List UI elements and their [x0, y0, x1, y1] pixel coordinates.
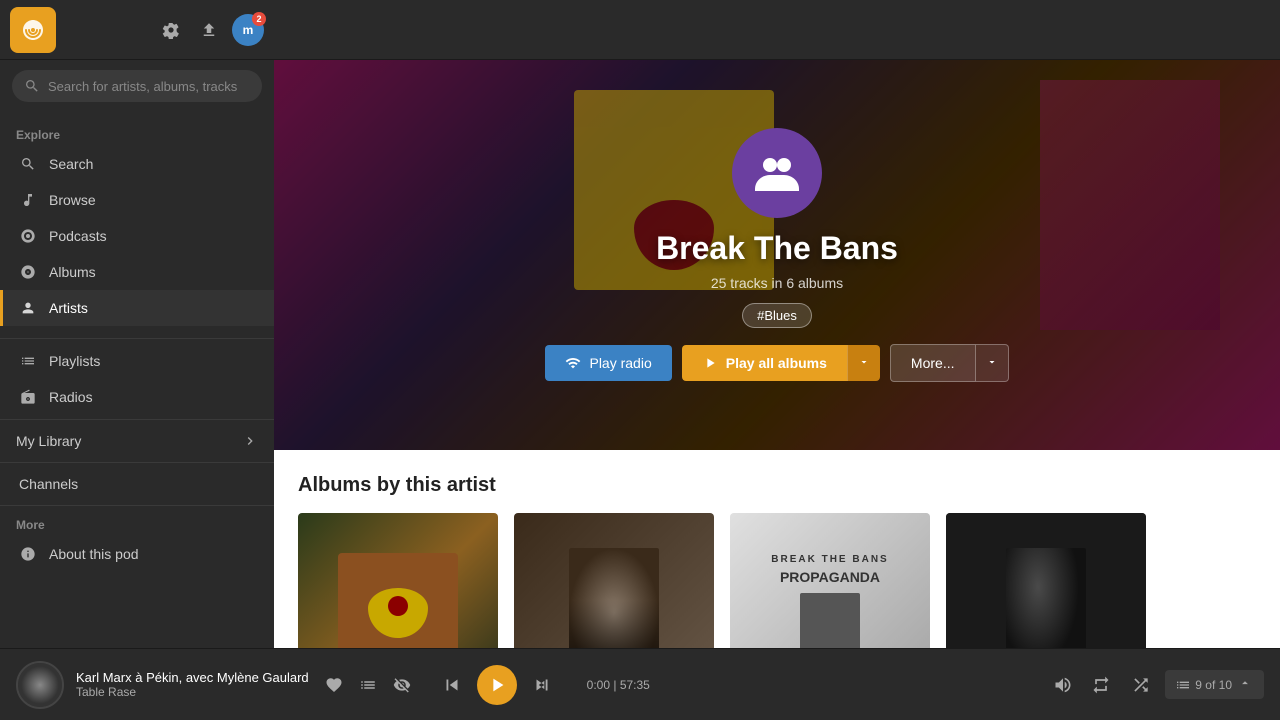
artist-meta: 25 tracks in 6 albums: [711, 275, 843, 291]
albums-section-title: Albums by this artist: [298, 474, 1256, 497]
upload-button[interactable]: [194, 15, 224, 45]
albums-grid: BREAK THE BANS Break The Bans 2014: [298, 513, 1256, 648]
app-logo: [10, 7, 56, 53]
sidebar-item-browse-label: Browse: [49, 192, 96, 208]
artist-name: Break The Bans: [656, 230, 898, 267]
play-all-button[interactable]: Play all albums: [682, 345, 847, 381]
play-all-group: Play all albums: [682, 345, 880, 381]
album-thumb: BREAK THE BANS PROPAGANDA: [730, 513, 930, 648]
play-radio-button[interactable]: Play radio: [545, 345, 671, 381]
search-icon: [19, 155, 37, 173]
albums-section: Albums by this artist BREAK THE BANS: [274, 450, 1280, 648]
artist-avatar: [732, 128, 822, 218]
sidebar-item-channels[interactable]: Channels: [0, 467, 274, 501]
sidebar-item-search[interactable]: Search: [0, 146, 274, 182]
search-input[interactable]: [48, 79, 250, 94]
radios-icon: [19, 388, 37, 406]
album-card[interactable]: BREAK THE BANS Break The Bans 2014: [298, 513, 498, 648]
play-all-dropdown-button[interactable]: [847, 345, 880, 381]
main-content: Break The Bans 25 tracks in 6 albums #Bl…: [274, 60, 1280, 648]
header-sidebar: m 2: [0, 0, 274, 59]
my-library-section[interactable]: My Library: [0, 424, 274, 458]
next-button[interactable]: [525, 668, 559, 702]
album-thumb: [514, 513, 714, 648]
albums-icon: [19, 263, 37, 281]
sidebar-item-browse[interactable]: Browse: [0, 182, 274, 218]
prev-button[interactable]: [435, 668, 469, 702]
player-right: 9 of 10: [1049, 669, 1264, 701]
sidebar-item-radios[interactable]: Radios: [0, 379, 274, 415]
queue-expand-button[interactable]: [1236, 674, 1254, 695]
channels-label: Channels: [19, 476, 78, 492]
more-dropdown-button[interactable]: [976, 344, 1009, 382]
sidebar-item-albums-label: Albums: [49, 264, 96, 280]
sidebar-item-about[interactable]: About this pod: [0, 536, 274, 572]
sidebar-item-playlists[interactable]: Playlists: [0, 343, 274, 379]
avatar-button[interactable]: m 2: [232, 14, 264, 46]
album-card[interactable]: Break It Now! 2008: [946, 513, 1146, 648]
artists-icon: [19, 299, 37, 317]
my-library-label: My Library: [16, 433, 81, 449]
hide-button[interactable]: [389, 672, 415, 698]
play-all-label: Play all albums: [726, 355, 827, 371]
header-bar: m 2: [0, 0, 1280, 60]
top-actions: m 2: [156, 14, 264, 46]
like-button[interactable]: [321, 672, 347, 698]
more-button[interactable]: More...: [890, 344, 976, 382]
player-track-name: Karl Marx à Pékin, avec Mylène Gaulard: [76, 670, 309, 685]
queue-info[interactable]: 9 of 10: [1165, 670, 1264, 699]
album-card[interactable]: BREAK THE BANS PROPAGANDA Propaganda 201…: [730, 513, 930, 648]
sidebar-item-albums[interactable]: Albums: [0, 254, 274, 290]
player-controls: [435, 665, 559, 705]
browse-icon: [19, 191, 37, 209]
volume-button[interactable]: [1049, 671, 1077, 699]
playlists-icon: [19, 352, 37, 370]
player-bar: Karl Marx à Pékin, avec Mylène Gaulard T…: [0, 648, 1280, 720]
time-display: 0:00 | 57:35: [587, 678, 650, 692]
explore-label: Explore: [0, 120, 274, 146]
sidebar-item-search-label: Search: [49, 156, 93, 172]
album-card[interactable]: Children In the Closet 2012: [514, 513, 714, 648]
podcasts-icon: [19, 227, 37, 245]
sidebar: Explore Search Browse Podcasts: [0, 60, 274, 648]
sidebar-item-artists-label: Artists: [49, 300, 88, 316]
shuffle-button[interactable]: [1125, 669, 1157, 701]
avatar-initials: m: [243, 23, 254, 37]
album-thumb: BREAK THE BANS: [298, 513, 498, 648]
sidebar-item-podcasts-label: Podcasts: [49, 228, 107, 244]
more-section-label: More: [0, 510, 274, 536]
sidebar-item-podcasts[interactable]: Podcasts: [0, 218, 274, 254]
time-current: 0:00: [587, 678, 610, 692]
search-container: [0, 60, 274, 112]
settings-button[interactable]: [156, 15, 186, 45]
album-thumb: [946, 513, 1146, 648]
play-radio-label: Play radio: [589, 355, 651, 371]
search-icon-button[interactable]: [24, 78, 40, 94]
more-group: More...: [890, 344, 1009, 382]
more-label: More...: [911, 355, 955, 371]
player-artist-name: Table Rase: [76, 685, 309, 699]
queue-button[interactable]: [355, 672, 381, 698]
explore-section: Explore Search Browse Podcasts: [0, 112, 274, 334]
play-pause-button[interactable]: [477, 665, 517, 705]
queue-counter: 9 of 10: [1195, 678, 1232, 692]
app-container: Explore Search Browse Podcasts: [0, 60, 1280, 648]
sidebar-item-about-label: About this pod: [49, 546, 139, 562]
avatar-badge: 2: [252, 12, 266, 26]
chevron-right-icon: [242, 433, 258, 449]
repeat-button[interactable]: [1085, 669, 1117, 701]
artist-hero: Break The Bans 25 tracks in 6 albums #Bl…: [274, 60, 1280, 450]
sidebar-item-playlists-label: Playlists: [49, 353, 100, 369]
artist-info: Break The Bans 25 tracks in 6 albums #Bl…: [274, 60, 1280, 450]
artist-genre-tag[interactable]: #Blues: [742, 303, 812, 328]
player-thumbnail: [16, 661, 64, 709]
time-total: 57:35: [620, 678, 650, 692]
player-actions-left: [321, 672, 415, 698]
info-icon: [19, 545, 37, 563]
sidebar-item-artists[interactable]: Artists: [0, 290, 274, 326]
search-box: [12, 70, 262, 102]
hero-actions: Play radio Play all albums More..: [545, 344, 1008, 382]
sidebar-item-radios-label: Radios: [49, 389, 93, 405]
player-info: Karl Marx à Pékin, avec Mylène Gaulard T…: [76, 670, 309, 699]
